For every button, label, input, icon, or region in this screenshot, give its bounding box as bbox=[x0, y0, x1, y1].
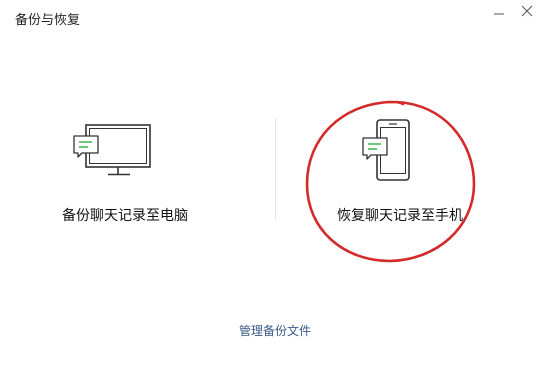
minimize-icon bbox=[494, 13, 504, 15]
backup-to-pc-option[interactable]: 备份聊天记录至电脑 bbox=[40, 115, 210, 230]
minimize-button[interactable] bbox=[490, 2, 508, 20]
window-title: 备份与恢复 bbox=[15, 13, 81, 28]
monitor-chat-icon bbox=[72, 123, 154, 177]
restore-to-phone-option[interactable]: 恢复聊天记录至手机 bbox=[315, 110, 485, 230]
backup-option-label: 备份聊天记录至电脑 bbox=[62, 208, 188, 224]
manage-backup-files-link[interactable]: 管理备份文件 bbox=[0, 322, 550, 339]
close-icon bbox=[521, 5, 533, 17]
manage-backup-files-label[interactable]: 管理备份文件 bbox=[239, 324, 311, 338]
phone-chat-icon bbox=[361, 118, 413, 192]
backup-restore-window: 备份与恢复 备份聊天记录至电脑 恢复聊天记录至手机 管理备份文件 bbox=[0, 0, 550, 370]
options-divider bbox=[275, 118, 276, 220]
close-button[interactable] bbox=[518, 2, 536, 20]
restore-option-label: 恢复聊天记录至手机 bbox=[337, 208, 463, 224]
